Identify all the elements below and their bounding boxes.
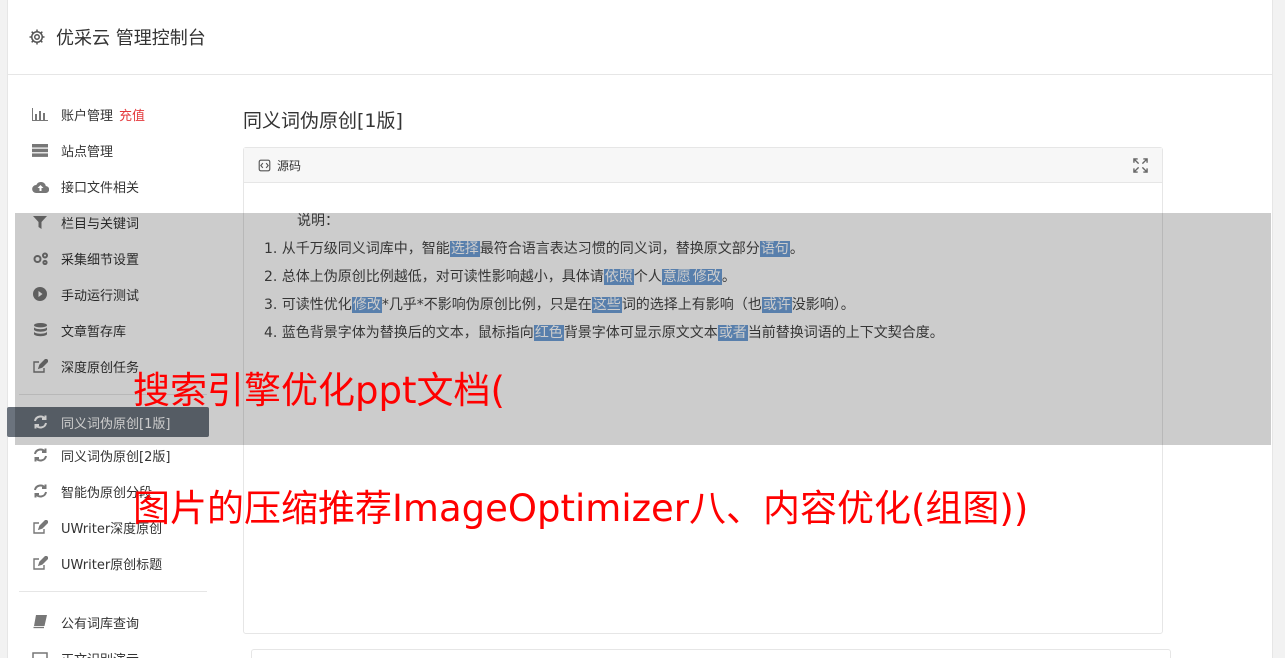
sidebar-item[interactable]: 公有词库查询 bbox=[7, 604, 209, 640]
server-icon bbox=[31, 143, 49, 157]
refresh-icon bbox=[31, 484, 49, 498]
sidebar-item-label: 接口文件相关 bbox=[61, 180, 140, 196]
header: 优采云 管理控制台 bbox=[8, 0, 1272, 75]
sidebar-divider bbox=[19, 591, 207, 592]
sidebar-item[interactable]: UWriter原创标题 bbox=[7, 545, 209, 581]
monitor-icon bbox=[31, 651, 49, 658]
overlay-text-1: 搜索引擎优化ppt文档( bbox=[133, 369, 505, 412]
sidebar-item[interactable]: 正文识别演示 bbox=[7, 640, 209, 658]
expand-icon[interactable] bbox=[1133, 158, 1148, 173]
gear-icon bbox=[28, 28, 46, 46]
sidebar-item-label: 公有词库查询 bbox=[61, 616, 140, 632]
edit-icon bbox=[31, 556, 49, 570]
sidebar-item-label: 账户管理 bbox=[61, 108, 114, 124]
book-icon bbox=[31, 615, 49, 629]
sidebar-item-label: 同义词伪原创[2版] bbox=[61, 449, 171, 465]
sidebar-item[interactable]: 站点管理 bbox=[7, 132, 209, 168]
cloud-upload-icon bbox=[31, 179, 49, 193]
overlay-text-2: 图片的压缩推荐ImageOptimizer八、内容优化(组图)) bbox=[133, 487, 1029, 530]
sidebar-item-label: UWriter原创标题 bbox=[61, 557, 163, 573]
panel-header: 源码 bbox=[244, 148, 1162, 183]
sidebar-item-label: 正文识别演示 bbox=[61, 649, 139, 658]
page-title: 同义词伪原创[1版] bbox=[243, 110, 403, 132]
code-icon bbox=[258, 159, 271, 172]
sidebar-item[interactable]: 接口文件相关 bbox=[7, 168, 209, 204]
panel-title: 源码 bbox=[277, 158, 302, 173]
refresh-icon bbox=[31, 448, 49, 462]
bar-chart-icon bbox=[31, 107, 49, 121]
sidebar-item-label: 站点管理 bbox=[61, 144, 114, 160]
app-title: 优采云 管理控制台 bbox=[56, 28, 206, 49]
second-panel bbox=[251, 649, 1171, 658]
recharge-link[interactable]: 充值 bbox=[119, 105, 145, 124]
sidebar-item[interactable]: 账户管理 充值 bbox=[7, 96, 209, 132]
edit-icon bbox=[31, 520, 49, 534]
